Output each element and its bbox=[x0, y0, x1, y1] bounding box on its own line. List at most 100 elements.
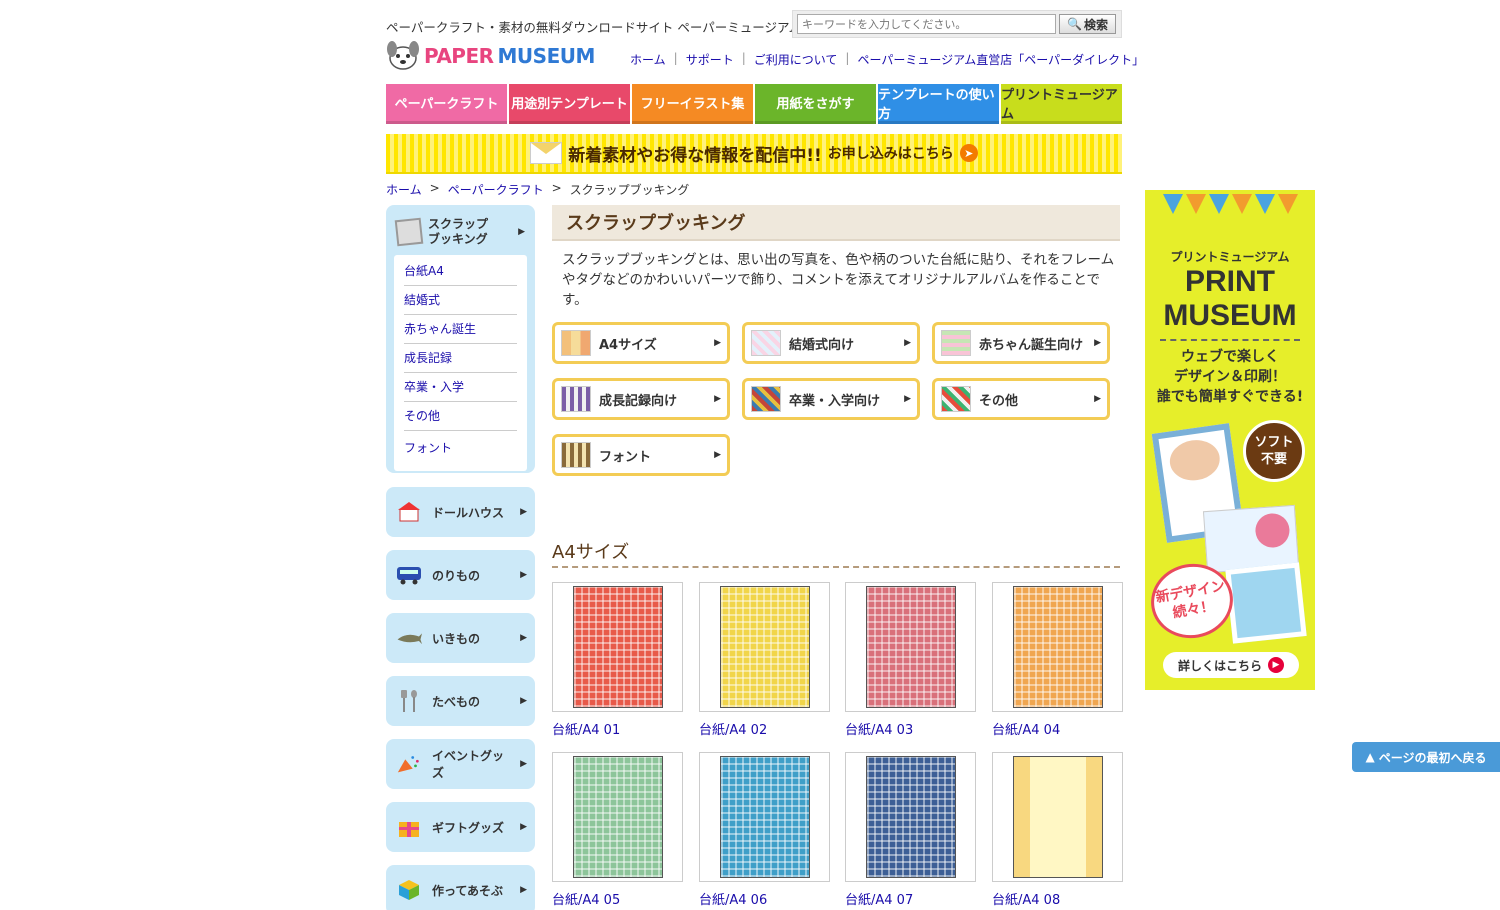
sidebar-item-event-goods[interactable]: イベントグッズ ▶ bbox=[386, 739, 535, 789]
flag-decoration bbox=[1208, 194, 1229, 214]
category-baby[interactable]: 赤ちゃん誕生向け ▶ bbox=[932, 322, 1110, 364]
print-museum-ad[interactable]: プリントミュージアム PRINT MUSEUM ウェブで楽しく デザイン＆印刷！… bbox=[1145, 190, 1315, 690]
sidebar-sub-item[interactable]: 成長記録 bbox=[404, 344, 517, 373]
paper-thumbnail-frame[interactable] bbox=[992, 752, 1123, 882]
sidebar-sub-item[interactable]: 赤ちゃん誕生 bbox=[404, 315, 517, 344]
sidebar-item-vehicles[interactable]: のりもの ▶ bbox=[386, 550, 535, 600]
growth-thumb-icon bbox=[561, 386, 591, 412]
paper-thumbnail bbox=[865, 586, 956, 708]
sidebar-item-dollhouse[interactable]: ドールハウス ▶ bbox=[386, 487, 535, 537]
paper-thumbnail bbox=[1012, 586, 1103, 708]
category-other[interactable]: その他 ▶ bbox=[932, 378, 1110, 420]
gnav-label: テンプレートの使い方 bbox=[878, 87, 995, 122]
play-arrow-icon: ▶ bbox=[1268, 657, 1284, 673]
paper-thumbnail bbox=[572, 586, 663, 708]
other-thumb-icon bbox=[941, 386, 971, 412]
flag-decoration bbox=[1277, 194, 1298, 214]
gnav-templates[interactable]: 用途別テンプレート bbox=[509, 84, 630, 124]
flag-decoration bbox=[1162, 194, 1183, 214]
category-wedding[interactable]: 結婚式向け ▶ bbox=[742, 322, 920, 364]
paper-thumbnail bbox=[1012, 756, 1103, 878]
breadcrumb-papercraft[interactable]: ペーパークラフト bbox=[448, 181, 544, 198]
category-font[interactable]: フォント ▶ bbox=[552, 434, 730, 476]
sidebar-item-label: たべもの bbox=[432, 694, 481, 709]
category-label: フォント bbox=[599, 449, 652, 465]
ad-badge-no-software: ソフト 不要 bbox=[1243, 420, 1305, 482]
gnav-papercraft[interactable]: ペーパークラフト bbox=[386, 84, 507, 124]
paper-item-caption[interactable]: 台紙/A4 06 bbox=[699, 889, 830, 908]
gnav-print-museum[interactable]: プリントミュージアム bbox=[1001, 84, 1122, 124]
sidebar-item-play[interactable]: 作ってあそぶ ▶ bbox=[386, 865, 535, 910]
paper-item[interactable]: 台紙/A4 08 bbox=[992, 752, 1123, 908]
category-growth[interactable]: 成長記録向け ▶ bbox=[552, 378, 730, 420]
ad-title-line1: PRINT bbox=[1185, 265, 1275, 298]
paper-item[interactable]: 台紙/A4 03 bbox=[845, 582, 976, 738]
bus-icon bbox=[396, 564, 422, 586]
paper-thumbnail-frame[interactable] bbox=[552, 752, 683, 882]
cube-icon bbox=[396, 879, 422, 901]
arrow-right-icon: ➤ bbox=[959, 144, 978, 162]
sidebar-sub-item[interactable]: フォント bbox=[404, 431, 517, 465]
paper-item-caption[interactable]: 台紙/A4 02 bbox=[699, 719, 830, 738]
link-separator: | bbox=[673, 51, 678, 65]
paper-item-caption[interactable]: 台紙/A4 04 bbox=[992, 719, 1123, 738]
gnav-find-paper[interactable]: 用紙をさがす bbox=[755, 84, 876, 124]
paper-thumbnail-frame[interactable] bbox=[992, 582, 1123, 712]
breadcrumb-current: スクラップブッキング bbox=[569, 183, 690, 197]
category-label: 赤ちゃん誕生向け bbox=[979, 337, 1084, 353]
search-button[interactable]: 🔍 検索 bbox=[1059, 14, 1116, 34]
link-terms[interactable]: ご利用について bbox=[754, 51, 838, 68]
link-support[interactable]: サポート bbox=[686, 51, 734, 68]
link-paper-direct[interactable]: ペーパーミュージアム直営店「ペーパーダイレクト」 bbox=[857, 51, 1144, 68]
sidebar-item-animals[interactable]: いきもの ▶ bbox=[386, 613, 535, 663]
sidebar-item-gift-goods[interactable]: ギフトグッズ ▶ bbox=[386, 802, 535, 852]
paper-item-caption[interactable]: 台紙/A4 08 bbox=[992, 889, 1123, 908]
paper-item[interactable]: 台紙/A4 05 bbox=[552, 752, 683, 908]
newsletter-banner[interactable]: 新着素材やお得な情報を配信中!! お申し込みはこちら ➤ bbox=[386, 134, 1122, 174]
fork-spoon-icon bbox=[396, 690, 422, 712]
breadcrumb-separator: > bbox=[429, 181, 440, 195]
ad-more-button[interactable]: 詳しくはこちら ▶ bbox=[1163, 652, 1299, 678]
paper-item[interactable]: 台紙/A4 04 bbox=[992, 582, 1123, 738]
paper-item[interactable]: 台紙/A4 07 bbox=[845, 752, 976, 908]
back-to-top-button[interactable]: ▲ ページの最初へ戻る bbox=[1352, 742, 1500, 772]
paper-item[interactable]: 台紙/A4 02 bbox=[699, 582, 830, 738]
paper-item-caption[interactable]: 台紙/A4 03 bbox=[845, 719, 976, 738]
paper-thumbnail-frame[interactable] bbox=[845, 582, 976, 712]
sidebar-sub-item[interactable]: その他 bbox=[404, 402, 517, 431]
paper-item-caption[interactable]: 台紙/A4 05 bbox=[552, 889, 683, 908]
header-links: ホーム | サポート | ご利用について | ペーパーミュージアム直営店「ペーパ… bbox=[630, 51, 1144, 68]
search-box: 🔍 検索 bbox=[792, 10, 1122, 38]
link-home[interactable]: ホーム bbox=[630, 51, 666, 68]
paper-item-caption[interactable]: 台紙/A4 01 bbox=[552, 719, 683, 738]
search-input[interactable] bbox=[797, 14, 1056, 34]
ad-more-label: 詳しくはこちら bbox=[1177, 658, 1262, 673]
breadcrumb-home[interactable]: ホーム bbox=[386, 181, 422, 198]
paper-thumbnail-frame[interactable] bbox=[845, 752, 976, 882]
paper-thumbnail-frame[interactable] bbox=[699, 752, 830, 882]
paper-item[interactable]: 台紙/A4 06 bbox=[699, 752, 830, 908]
paper-item-caption[interactable]: 台紙/A4 07 bbox=[845, 889, 976, 908]
flag-decoration bbox=[1185, 194, 1206, 214]
gnav-howto[interactable]: テンプレートの使い方 bbox=[878, 84, 999, 124]
paper-thumbnail-frame[interactable] bbox=[552, 582, 683, 712]
gnav-label: フリーイラスト集 bbox=[640, 97, 745, 112]
gnav-label: 用紙をさがす bbox=[776, 97, 855, 112]
link-separator: | bbox=[741, 51, 746, 65]
sidebar-sub-item[interactable]: 卒業・入学 bbox=[404, 373, 517, 402]
category-label: A4サイズ bbox=[599, 337, 657, 353]
chevron-right-icon: ▶ bbox=[904, 394, 911, 404]
search-icon: 🔍 bbox=[1067, 17, 1082, 31]
gnav-free-illust[interactable]: フリーイラスト集 bbox=[632, 84, 753, 124]
site-logo[interactable]: PAPER MUSEUM bbox=[386, 38, 595, 74]
sidebar-sub-item[interactable]: 台紙A4 bbox=[404, 257, 517, 286]
sidebar-item-food[interactable]: たべもの ▶ bbox=[386, 676, 535, 726]
back-to-top-label: ページの最初へ戻る bbox=[1378, 750, 1487, 765]
paper-thumbnail-frame[interactable] bbox=[699, 582, 830, 712]
sidebar-item-label: イベントグッズ bbox=[432, 749, 505, 780]
category-graduation[interactable]: 卒業・入学向け ▶ bbox=[742, 378, 920, 420]
sidebar-sub-item[interactable]: 結婚式 bbox=[404, 286, 517, 315]
category-a4[interactable]: A4サイズ ▶ bbox=[552, 322, 730, 364]
sidebar-current-category[interactable]: スクラップ ブッキング ▶ bbox=[394, 211, 527, 253]
paper-item[interactable]: 台紙/A4 01 bbox=[552, 582, 683, 738]
